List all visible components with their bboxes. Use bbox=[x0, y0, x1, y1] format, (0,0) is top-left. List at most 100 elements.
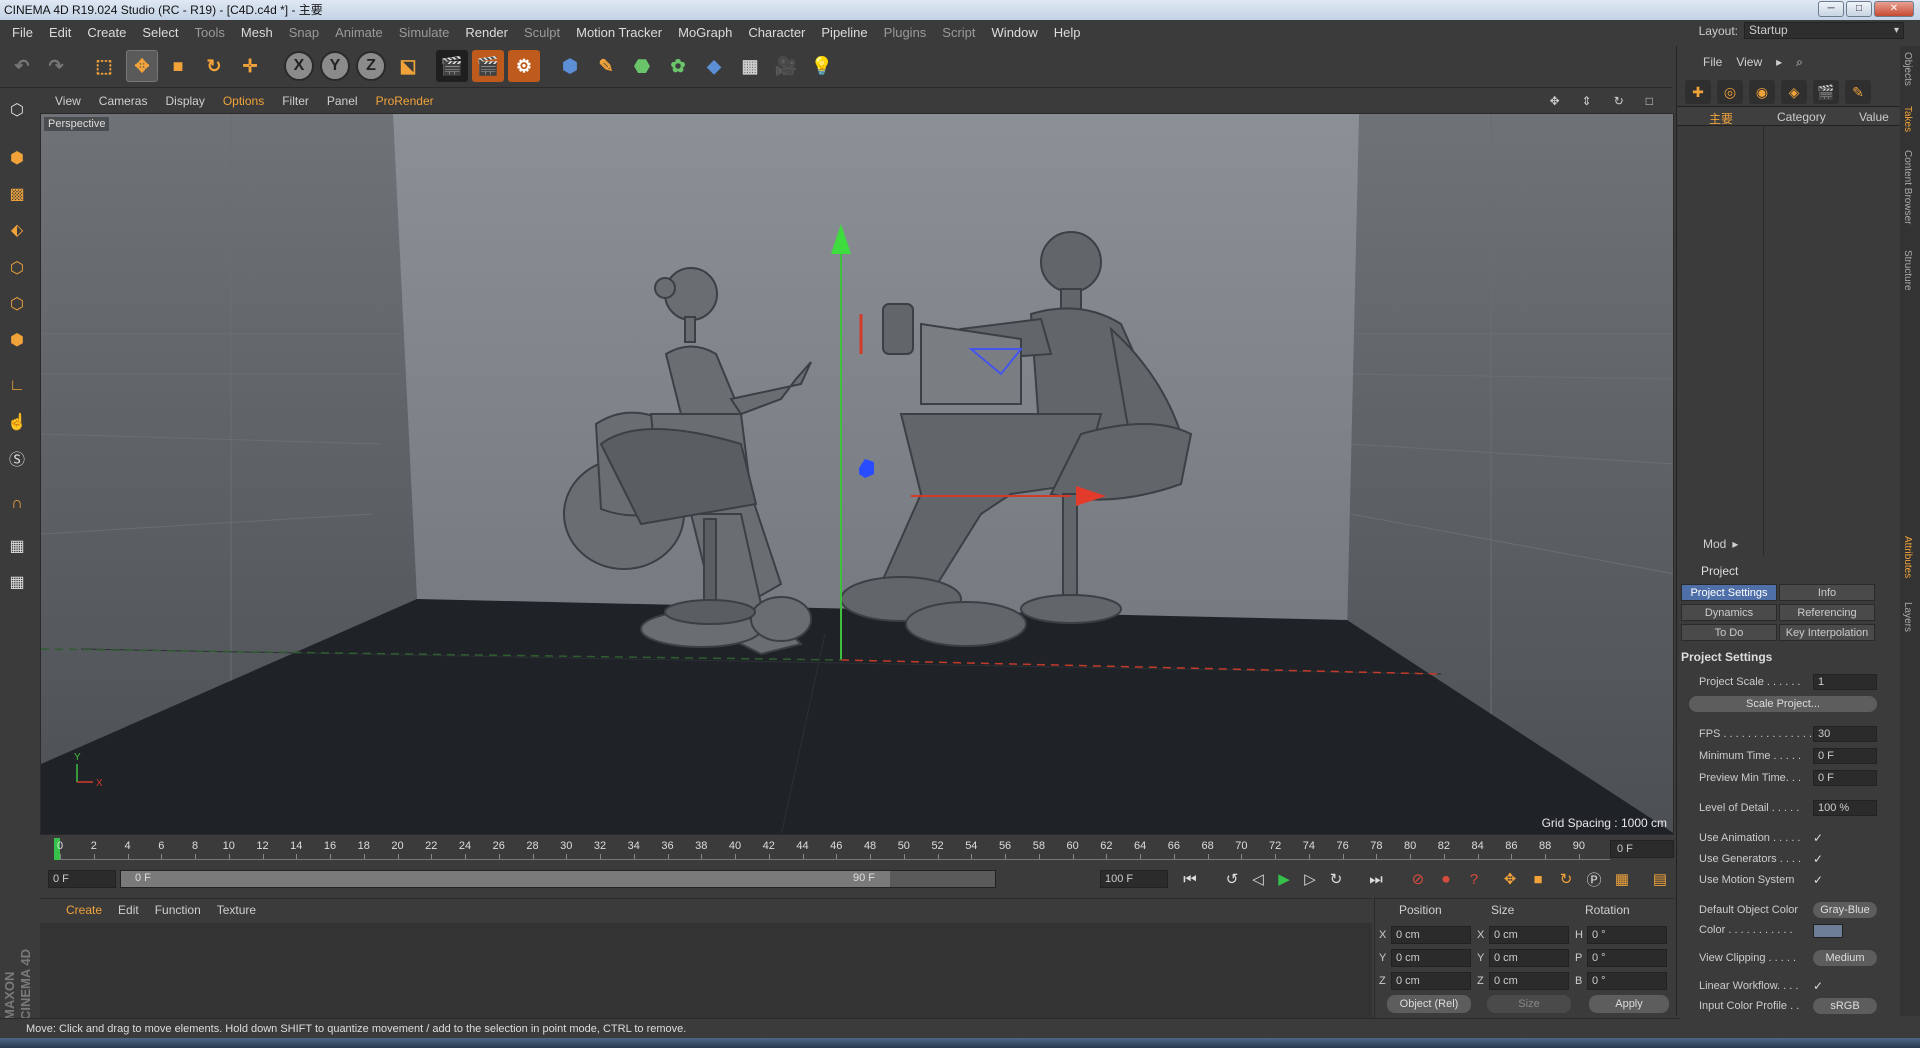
tweak-mode-icon[interactable]: ☝ bbox=[3, 408, 31, 436]
tab-referencing[interactable]: Referencing bbox=[1779, 604, 1875, 621]
objects-more-icon[interactable]: ▸ bbox=[1776, 55, 1782, 69]
size-x-field[interactable]: 0 cm bbox=[1489, 926, 1569, 944]
menu-tools[interactable]: Tools bbox=[187, 25, 233, 40]
menu-render[interactable]: Render bbox=[457, 25, 516, 40]
menu-animate[interactable]: Animate bbox=[327, 25, 391, 40]
default-object-color-dropdown[interactable]: Gray-Blue bbox=[1813, 902, 1877, 918]
input-color-profile-dropdown[interactable]: sRGB bbox=[1813, 998, 1877, 1014]
size-z-field[interactable]: 0 cm bbox=[1489, 972, 1569, 990]
take-tools-icon[interactable]: ✎ bbox=[1845, 80, 1871, 104]
rotate-tool-icon[interactable]: ↻ bbox=[198, 50, 230, 82]
y-axis-lock-button[interactable]: Y bbox=[320, 51, 350, 81]
tab-project-settings[interactable]: Project Settings bbox=[1681, 584, 1777, 601]
timeline-ruler[interactable]: 0 2 4 6 8 10 12 14 16 18 20 22 24 26 28 30 32 34 36 38 40 42 4… bbox=[44, 838, 1674, 860]
maximize-view-icon[interactable]: □ bbox=[1637, 94, 1662, 108]
use-animation-checkbox[interactable]: ✓ bbox=[1813, 831, 1827, 845]
tab-info[interactable]: Info bbox=[1779, 584, 1875, 601]
camera-icon[interactable]: 🎥 bbox=[770, 50, 802, 82]
layout-dropdown[interactable]: Startup bbox=[1744, 22, 1904, 39]
tab-dynamics[interactable]: Dynamics bbox=[1681, 604, 1777, 621]
apply-button[interactable]: Apply bbox=[1589, 995, 1669, 1013]
pos-y-field[interactable]: 0 cm bbox=[1391, 949, 1471, 967]
tab-content-browser[interactable]: Content Browser bbox=[1902, 150, 1913, 224]
next-key-icon[interactable]: ↻ bbox=[1324, 868, 1348, 890]
menu-plugins[interactable]: Plugins bbox=[876, 25, 935, 40]
attribute-mode-menu[interactable]: Mod bbox=[1703, 537, 1726, 551]
record-rotation-icon[interactable]: ↻ bbox=[1554, 868, 1578, 890]
transform-tool-icon[interactable]: ✛ bbox=[234, 50, 266, 82]
fps-field[interactable]: 30 bbox=[1813, 726, 1877, 742]
tab-to-do[interactable]: To Do bbox=[1681, 624, 1777, 641]
menu-snap[interactable]: Snap bbox=[281, 25, 327, 40]
size-mode-dropdown[interactable]: Size bbox=[1487, 995, 1571, 1013]
previous-frame-icon[interactable]: ◁ bbox=[1246, 868, 1270, 890]
preview-min-time-field[interactable]: 0 F bbox=[1813, 770, 1877, 786]
material-menu-function[interactable]: Function bbox=[147, 903, 209, 917]
menu-script[interactable]: Script bbox=[934, 25, 983, 40]
dolly-icon[interactable]: ⇕ bbox=[1573, 94, 1601, 108]
menu-pipeline[interactable]: Pipeline bbox=[813, 25, 875, 40]
material-menu-create[interactable]: Create bbox=[58, 903, 110, 917]
menu-create[interactable]: Create bbox=[79, 25, 134, 40]
material-menu-edit[interactable]: Edit bbox=[110, 903, 147, 917]
menu-sculpt[interactable]: Sculpt bbox=[516, 25, 568, 40]
orbit-icon[interactable]: ↻ bbox=[1605, 94, 1633, 108]
close-button[interactable]: ✕ bbox=[1874, 1, 1914, 17]
points-mode-icon[interactable]: ⬡ bbox=[3, 254, 31, 282]
viewport-menu-filter[interactable]: Filter bbox=[273, 94, 318, 108]
start-frame-field[interactable]: 0 F bbox=[48, 870, 116, 888]
new-take-icon[interactable]: ✚ bbox=[1685, 80, 1711, 104]
minimize-button[interactable]: ─ bbox=[1818, 1, 1844, 17]
record-pla-icon[interactable]: ▦ bbox=[1610, 868, 1634, 890]
menu-edit[interactable]: Edit bbox=[41, 25, 79, 40]
render-settings-icon[interactable]: ⚙ bbox=[508, 50, 540, 82]
attribute-mode-arrow-icon[interactable]: ▸ bbox=[1732, 537, 1738, 551]
polygons-mode-icon[interactable]: ⬢ bbox=[3, 326, 31, 354]
viewport-menu-options[interactable]: Options bbox=[214, 94, 273, 108]
perspective-viewport[interactable]: Y X Perspective Grid Spacing : 1000 cm bbox=[40, 113, 1674, 835]
subdivision-surface-icon[interactable]: ⬣ bbox=[626, 50, 658, 82]
model-mode-icon[interactable]: ⬢ bbox=[3, 144, 31, 172]
current-frame-field[interactable]: 0 F bbox=[1610, 840, 1674, 858]
viewport-menu-cameras[interactable]: Cameras bbox=[90, 94, 157, 108]
timeline-window-icon[interactable]: ▤ bbox=[1648, 868, 1672, 890]
next-frame-icon[interactable]: ▷ bbox=[1298, 868, 1322, 890]
live-selection-icon[interactable]: ⬚ bbox=[88, 50, 120, 82]
material-area[interactable] bbox=[40, 923, 1372, 1019]
x-axis-lock-button[interactable]: X bbox=[284, 51, 314, 81]
workplane-mode-icon[interactable]: ⬖ bbox=[3, 216, 31, 244]
view-clipping-dropdown[interactable]: Medium bbox=[1813, 950, 1877, 966]
rot-h-field[interactable]: 0 ° bbox=[1587, 926, 1667, 944]
tab-objects[interactable]: Objects bbox=[1902, 52, 1913, 86]
take-auto-icon[interactable]: ◉ bbox=[1749, 80, 1775, 104]
menu-select[interactable]: Select bbox=[134, 25, 186, 40]
menu-window[interactable]: Window bbox=[984, 25, 1046, 40]
minimum-time-field[interactable]: 0 F bbox=[1813, 748, 1877, 764]
main-take-label[interactable]: 主要 bbox=[1709, 110, 1733, 127]
take-override-icon[interactable]: ◎ bbox=[1717, 80, 1743, 104]
scale-tool-icon[interactable]: ■ bbox=[162, 50, 194, 82]
undo-icon[interactable]: ↶ bbox=[6, 50, 38, 82]
preview-range-slider[interactable]: 0 F 90 F bbox=[120, 870, 996, 888]
render-picture-viewer-icon[interactable]: 🎬 bbox=[472, 50, 504, 82]
light-icon[interactable]: 💡 bbox=[806, 50, 838, 82]
move-tool-icon[interactable]: ✥ bbox=[126, 50, 158, 82]
linear-workflow-checkbox[interactable]: ✓ bbox=[1813, 979, 1827, 993]
tab-structure[interactable]: Structure bbox=[1902, 250, 1913, 291]
maximize-button[interactable]: □ bbox=[1846, 1, 1872, 17]
go-to-start-icon[interactable]: ⏮ bbox=[1178, 868, 1202, 890]
rot-b-field[interactable]: 0 ° bbox=[1587, 972, 1667, 990]
take-render-icon[interactable]: 🎬 bbox=[1813, 80, 1839, 104]
tab-key-interpolation[interactable]: Key Interpolation bbox=[1779, 624, 1875, 641]
render-view-icon[interactable]: 🎬 bbox=[436, 50, 468, 82]
rot-p-field[interactable]: 0 ° bbox=[1587, 949, 1667, 967]
frame-ruler[interactable]: 0 2 4 6 8 10 12 14 16 18 20 22 24 26 28 30 32 34 36 38 40 42 4… bbox=[54, 838, 1610, 860]
viewport-menu-panel[interactable]: Panel bbox=[318, 94, 367, 108]
menu-motion-tracker[interactable]: Motion Tracker bbox=[568, 25, 670, 40]
viewport-menu-display[interactable]: Display bbox=[156, 94, 213, 108]
make-editable-icon[interactable]: ⬡ bbox=[3, 96, 31, 124]
color-swatch[interactable] bbox=[1813, 924, 1843, 938]
deformer-icon[interactable]: ◆ bbox=[698, 50, 730, 82]
viewport-menu-prorender[interactable]: ProRender bbox=[367, 94, 443, 108]
scale-project-button[interactable]: Scale Project... bbox=[1689, 696, 1877, 712]
